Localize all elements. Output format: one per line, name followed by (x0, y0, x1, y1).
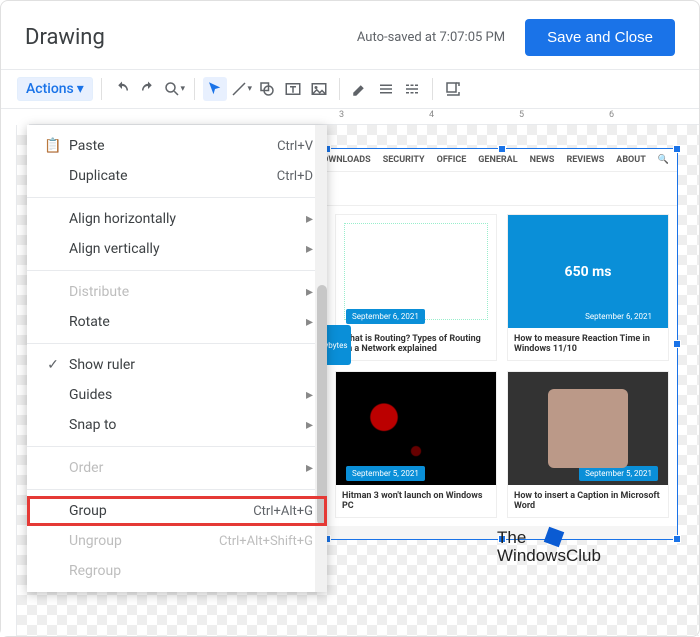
chevron-right-icon: ▸ (306, 387, 313, 403)
menu-item-ungroup: Ungroup Ctrl+Alt+Shift+G (27, 526, 327, 556)
article-card: September 5, 2021 Hitman 3 won't launch … (335, 371, 497, 518)
chevron-right-icon: ▸ (306, 314, 313, 330)
resize-handle[interactable] (673, 145, 681, 153)
image-tool[interactable] (307, 77, 331, 101)
resize-handle[interactable] (673, 340, 681, 348)
line-tool[interactable]: ▾ (229, 77, 253, 101)
menu-item-group[interactable]: Group Ctrl+Alt+G (27, 496, 327, 526)
menu-item-duplicate[interactable]: Duplicate Ctrl+D (27, 161, 327, 191)
chevron-right-icon: ▸ (306, 211, 313, 227)
article-card: September 6, 2021 What is Routing? Types… (335, 214, 497, 361)
redo-button[interactable] (136, 77, 160, 101)
menu-item-show-ruler[interactable]: ✓ Show ruler (27, 350, 327, 380)
menu-item-order: Order ▸ (27, 453, 327, 483)
border-weight-button[interactable] (374, 77, 398, 101)
format-options-button[interactable] (441, 77, 465, 101)
caret-down-icon: ▾ (77, 81, 84, 97)
textbox-tool[interactable] (281, 77, 305, 101)
select-tool[interactable] (203, 77, 227, 101)
chevron-right-icon: ▸ (306, 241, 313, 257)
border-dash-button[interactable] (400, 77, 424, 101)
menu-item-align-vertically[interactable]: Align vertically ▸ (27, 234, 327, 264)
chevron-right-icon: ▸ (306, 460, 313, 476)
check-icon: ✓ (41, 357, 65, 373)
selected-image-object[interactable]: DOWNLOADSSECURITY OFFICEGENERAL NEWSREVI… (327, 149, 677, 539)
site-hero (327, 172, 677, 206)
ruler-horizontal: 3 4 5 6 7 (29, 109, 699, 125)
article-card: 650 msSeptember 6, 2021 How to measure R… (507, 214, 669, 361)
actions-menu-button[interactable]: Actions ▾ (17, 77, 93, 101)
shape-tool[interactable] (255, 77, 279, 101)
dialog-title: Drawing (25, 25, 105, 50)
resize-handle[interactable] (498, 145, 506, 153)
menu-item-snap-to[interactable]: Snap to ▸ (27, 410, 327, 440)
watermark-logo: The WindowsClub (497, 529, 601, 566)
menu-item-distribute: Distribute ▸ (27, 277, 327, 307)
save-and-close-button[interactable]: Save and Close (525, 19, 675, 56)
search-icon: 🔍 (658, 155, 669, 165)
ruler-vertical (1, 125, 17, 636)
undo-button[interactable] (110, 77, 134, 101)
clipboard-icon: 📋 (41, 138, 65, 154)
menu-item-regroup: Regroup (27, 556, 327, 586)
drawing-canvas[interactable]: DOWNLOADSSECURITY OFFICEGENERAL NEWSREVI… (17, 125, 699, 636)
menu-item-align-horizontally[interactable]: Align horizontally ▸ (27, 204, 327, 234)
actions-label: Actions (26, 81, 74, 97)
chevron-right-icon: ▸ (306, 284, 313, 300)
square-icon (544, 526, 565, 547)
menu-item-rotate[interactable]: Rotate ▸ (27, 307, 327, 337)
chevron-right-icon: ▸ (306, 417, 313, 433)
article-card: September 5, 2021 How to insert a Captio… (507, 371, 669, 518)
resize-handle[interactable] (673, 535, 681, 543)
toolbar: Actions ▾ ▾ ▾ (1, 69, 699, 109)
border-color-button[interactable] (348, 77, 372, 101)
autosave-status: Auto-saved at 7:07:05 PM (357, 30, 505, 45)
menu-item-guides[interactable]: Guides ▸ (27, 380, 327, 410)
zoom-button[interactable]: ▾ (162, 77, 186, 101)
menu-item-paste[interactable]: 📋 Paste Ctrl+V (27, 131, 327, 161)
actions-dropdown-menu: 📋 Paste Ctrl+V Duplicate Ctrl+D Align ho… (27, 125, 327, 592)
